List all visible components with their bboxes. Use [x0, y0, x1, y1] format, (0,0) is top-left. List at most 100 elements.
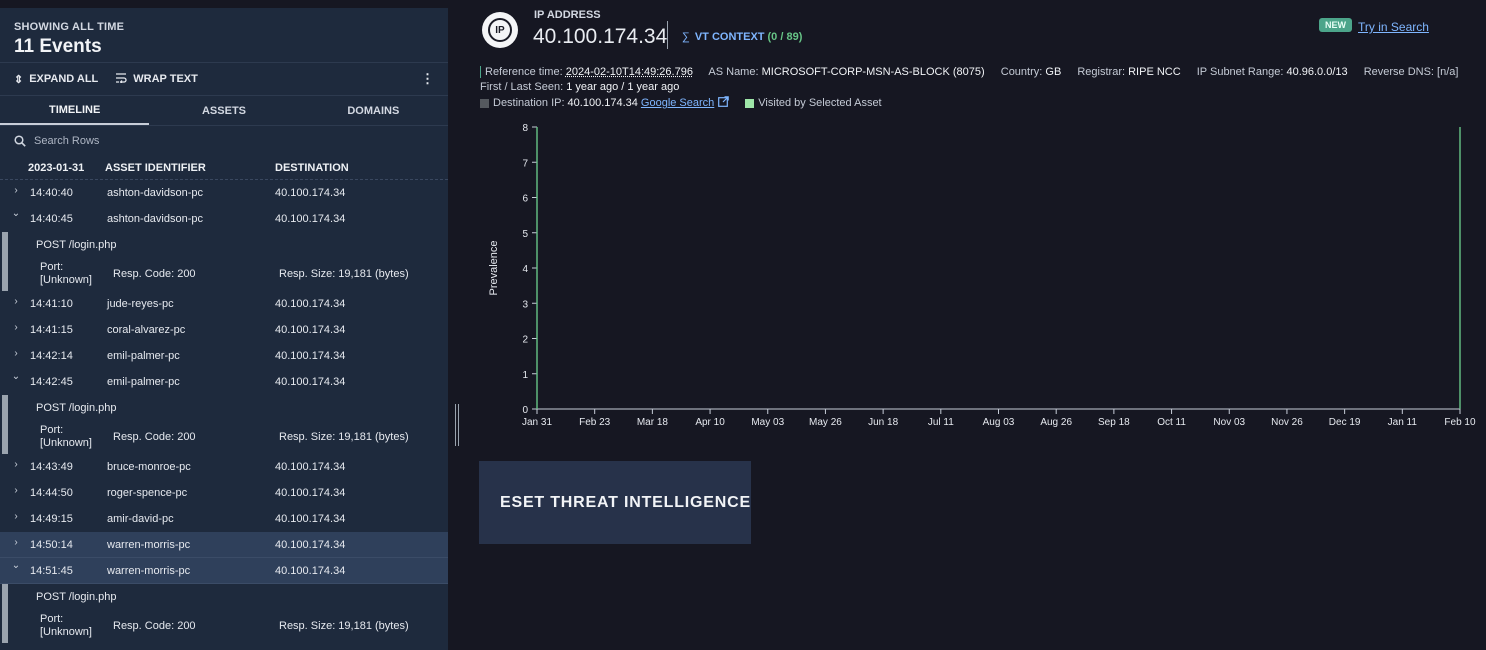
destination-ip-label: Destination IP:: [493, 97, 565, 109]
chevron-right-icon[interactable]: ›: [10, 537, 22, 548]
table-row[interactable]: › 14:41:15 coral-alvarez-pc 40.100.174.34: [0, 317, 448, 343]
chevron-right-icon[interactable]: ›: [10, 485, 22, 496]
ip-address-value: 40.100.174.34: [533, 25, 668, 48]
x-tick-label: Dec 19: [1329, 417, 1361, 428]
ip-metadata-line: Reference time: 2024-02-10T14:49:26.796 …: [480, 66, 1458, 78]
row-destination: 40.100.174.34: [275, 376, 346, 388]
row-asset: emil-palmer-pc: [107, 350, 180, 362]
column-date[interactable]: 2023-01-31: [0, 162, 105, 174]
table-row[interactable]: ⌄ 14:42:45 emil-palmer-pc 40.100.174.34: [0, 369, 448, 395]
row-detail: POST /login.php Port: [Unknown] Resp. Code…: [0, 232, 448, 291]
wrap-text-button[interactable]: WRAP TEXT: [116, 72, 198, 86]
chevron-right-icon[interactable]: ›: [10, 185, 22, 196]
event-rows: › 14:40:40 ashton-davidson-pc 40.100.174.34…: [0, 180, 448, 643]
x-tick-label: Jan 11: [1388, 417, 1418, 428]
y-tick-label: 8: [522, 123, 528, 134]
column-asset-identifier[interactable]: ASSET IDENTIFIER: [105, 162, 275, 174]
table-row[interactable]: › 14:43:49 bruce-monroe-pc 40.100.174.34: [0, 454, 448, 480]
response-code: Resp. Code: 200: [113, 268, 196, 280]
chart-legend: Destination IP: 40.100.174.34 Google Sea…: [480, 96, 882, 110]
google-search-link[interactable]: Google Search: [641, 97, 714, 109]
vt-context-label: VT CONTEXT: [694, 31, 765, 43]
eset-threat-intelligence-panel[interactable]: ESET THREAT INTELLIGENCE: [479, 461, 751, 544]
external-link-icon[interactable]: [718, 96, 730, 110]
ip-detail-pane: IP IP ADDRESS 40.100.174.34 ∑ VT CONTEXT…: [470, 0, 1486, 650]
prevalence-chart: 0 1 2 3 4 5 6 7 8 Jan 31 Feb 23 Mar 18 Apr 10 May 03 M…: [488, 123, 1476, 428]
country-label: Country:: [1000, 66, 1043, 78]
table-row[interactable]: › 14:50:14 warren-morris-pc 40.100.174.34: [0, 532, 448, 558]
x-tick-label: Feb 23: [579, 417, 611, 428]
row-asset: emil-palmer-pc: [107, 376, 180, 388]
reference-time-value: 2024-02-10T14:49:26.796: [565, 66, 693, 78]
chevron-down-icon[interactable]: ⌄: [10, 208, 22, 219]
chevron-right-icon[interactable]: ›: [10, 348, 22, 359]
row-destination: 40.100.174.34: [275, 461, 346, 473]
chevron-right-icon[interactable]: ›: [10, 511, 22, 522]
events-panel: SHOWING ALL TIME 11 Events ⇕ EXPAND ALL …: [0, 8, 448, 650]
row-asset: coral-alvarez-pc: [107, 324, 186, 336]
table-row[interactable]: › 14:41:10 jude-reyes-pc 40.100.174.34: [0, 291, 448, 317]
request-method: POST /login.php: [36, 590, 117, 603]
tab-assets[interactable]: ASSETS: [149, 96, 298, 125]
x-tick-label: Sep 18: [1098, 417, 1130, 428]
more-menu-icon[interactable]: ⋮: [421, 71, 434, 87]
tab-domains[interactable]: DOMAINS: [299, 96, 448, 125]
table-row[interactable]: ⌄ 14:51:45 warren-morris-pc 40.100.174.34: [0, 558, 448, 584]
column-destination[interactable]: DESTINATION: [275, 162, 448, 174]
request-info: Port: [Unknown] Resp. Code: 200 Resp. Size…: [36, 420, 448, 454]
visited-label: Visited by Selected Asset: [758, 97, 882, 109]
tab-timeline[interactable]: TIMELINE: [0, 96, 150, 125]
y-tick-label: 5: [522, 229, 528, 240]
chevron-right-icon[interactable]: ›: [10, 296, 22, 307]
row-destination: 40.100.174.34: [275, 350, 346, 362]
panel-header: SHOWING ALL TIME 11 Events: [0, 8, 448, 63]
chevron-down-icon[interactable]: ⌄: [10, 371, 22, 382]
row-destination: 40.100.174.34: [275, 324, 346, 336]
x-tick-label: Apr 10: [695, 417, 725, 428]
response-size: Resp. Size: 19,181 (bytes): [279, 620, 409, 632]
event-count-title: 11 Events: [14, 36, 102, 57]
destination-legend-swatch: [480, 98, 489, 108]
x-tick-label: Aug 03: [983, 417, 1015, 428]
ip-logo-text: IP: [488, 18, 512, 42]
vt-context-button[interactable]: ∑ VT CONTEXT (0 / 89): [682, 31, 802, 43]
expand-icon: ⇕: [14, 73, 24, 86]
y-tick-label: 0: [522, 405, 528, 416]
sigma-icon: ∑: [682, 31, 690, 43]
chevron-right-icon[interactable]: ›: [10, 459, 22, 470]
x-tick-label: Jan 31: [522, 417, 552, 428]
as-name-value: MICROSOFT-CORP-MSN-AS-BLOCK (8075): [761, 66, 985, 78]
row-detail: POST /login.php Port: [Unknown] Resp. Code…: [0, 395, 448, 454]
search-icon: [14, 135, 26, 147]
table-row[interactable]: › 14:42:14 emil-palmer-pc 40.100.174.34: [0, 343, 448, 369]
row-asset: ashton-davidson-pc: [107, 213, 204, 225]
ip-logo-icon: IP: [482, 12, 518, 48]
chevron-down-icon[interactable]: ⌄: [10, 560, 22, 571]
ip-address-label: IP ADDRESS: [534, 9, 601, 21]
subnet-value: 40.96.0.0/13: [1286, 66, 1348, 78]
x-tick-label: Feb 10: [1444, 417, 1476, 428]
registrar-label: Registrar:: [1077, 66, 1126, 78]
row-destination: 40.100.174.34: [275, 538, 346, 551]
x-tick-label: Nov 03: [1213, 417, 1245, 428]
chevron-right-icon[interactable]: ›: [10, 322, 22, 333]
table-row[interactable]: › 14:44:50 roger-spence-pc 40.100.174.34: [0, 480, 448, 506]
request-method: POST /login.php: [36, 238, 117, 251]
expand-all-button[interactable]: ⇕ EXPAND ALL: [14, 73, 98, 86]
table-row[interactable]: › 14:49:15 amir-david-pc 40.100.174.34: [0, 506, 448, 532]
table-row[interactable]: › 14:40:40 ashton-davidson-pc 40.100.174.34: [0, 180, 448, 206]
vt-score: (0 / 89): [767, 31, 803, 43]
row-asset: bruce-monroe-pc: [107, 461, 191, 473]
row-asset: warren-morris-pc: [107, 538, 191, 551]
port-value: Port: [Unknown]: [40, 613, 92, 638]
row-asset: ashton-davidson-pc: [107, 187, 204, 199]
panel-resize-handle[interactable]: [455, 404, 459, 446]
row-destination: 40.100.174.34: [275, 213, 346, 225]
try-in-search-link[interactable]: Try in Search: [1358, 20, 1429, 34]
search-rows-input[interactable]: Search Rows: [0, 126, 448, 156]
x-tick-label: Jun 18: [868, 417, 898, 428]
new-badge: NEW: [1319, 18, 1352, 32]
response-code: Resp. Code: 200: [113, 431, 196, 443]
y-tick-label: 4: [522, 264, 528, 275]
table-row[interactable]: ⌄ 14:40:45 ashton-davidson-pc 40.100.174.34: [0, 206, 448, 232]
